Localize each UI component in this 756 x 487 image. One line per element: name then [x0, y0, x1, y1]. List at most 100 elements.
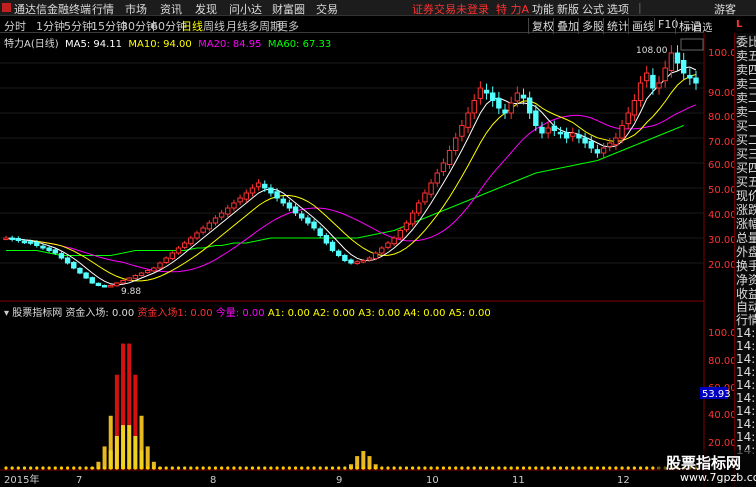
panel-label: 换手	[736, 259, 756, 273]
baseline-dot	[146, 466, 150, 470]
candle-body	[360, 260, 367, 263]
menu-zixun[interactable]: 资讯	[160, 1, 182, 17]
baseline-dot	[133, 466, 137, 470]
app-name: 通达信金融终端	[14, 3, 91, 16]
period-monthly[interactable]: 月线	[226, 18, 248, 34]
annotations: 108.00 9.88	[121, 46, 668, 297]
baseline-dot	[287, 466, 291, 470]
guest-label[interactable]: 游客	[714, 1, 736, 17]
low-label: 9.88	[121, 287, 141, 297]
tool-duogu[interactable]: 多股	[578, 18, 604, 34]
x-tick: 2015年	[4, 473, 39, 486]
baseline-dot	[558, 466, 563, 470]
candle-body	[477, 87, 484, 99]
baseline-dot	[47, 466, 51, 470]
candle-body	[662, 67, 668, 82]
menu-jiaoyi[interactable]: 交易	[316, 1, 338, 17]
candle-body	[551, 125, 558, 132]
panel-label: 买三	[736, 147, 756, 161]
panel-label: 卖一	[736, 105, 756, 119]
price-tick: 30.00	[708, 235, 734, 246]
baseline-dot	[41, 466, 45, 470]
ind-tick: 40.00	[708, 410, 734, 421]
candle-body	[206, 222, 213, 230]
baseline-dot	[220, 466, 224, 470]
inflow-bar-base	[121, 425, 126, 469]
baseline-dot	[84, 466, 88, 470]
menu-hangqing[interactable]: 行情	[92, 1, 114, 17]
menu-xuanxiang[interactable]: 选项	[607, 1, 629, 17]
candle-body	[188, 237, 194, 245]
panel-label: 卖五	[736, 49, 756, 63]
baseline-dot	[263, 466, 267, 470]
period-1min[interactable]: 1分钟	[36, 18, 65, 34]
baseline-dot	[35, 466, 39, 470]
ma5-path	[5, 66, 697, 286]
candle-body	[138, 272, 145, 276]
menu-shichang[interactable]: 市场	[125, 1, 147, 17]
candle-body	[292, 206, 299, 214]
menu-gongshi[interactable]: 公式	[582, 1, 604, 17]
add-watch-button[interactable]: +自选	[684, 19, 712, 34]
panel-label: 买五	[736, 175, 756, 189]
baseline-dot	[614, 466, 618, 470]
tool-fuquan[interactable]: 复权	[528, 18, 554, 34]
baseline-dot	[392, 466, 396, 470]
period-fenshi[interactable]: 分时	[4, 18, 26, 34]
baseline-dot	[491, 466, 495, 470]
menu-wenxiaoda[interactable]: 问小达	[229, 1, 262, 17]
baseline-dot	[398, 466, 402, 470]
baseline-dot	[534, 466, 538, 470]
tool-huaxian[interactable]: 画线	[628, 18, 654, 34]
tool-diejia[interactable]: 叠加	[553, 18, 579, 34]
add-watch-box[interactable]	[680, 38, 704, 51]
baseline-dot	[595, 466, 600, 470]
candle-body	[471, 100, 477, 114]
tool-tongji[interactable]: 统计	[603, 18, 629, 34]
candle-body	[576, 134, 582, 139]
panel-label: 外盘	[736, 245, 756, 259]
menu-xinban[interactable]: 新版	[557, 1, 579, 17]
candle-body	[15, 238, 22, 241]
ma10-line	[5, 74, 697, 282]
period-more[interactable]: 更多	[277, 18, 299, 34]
baseline-dot	[250, 466, 255, 470]
baseline-dot	[189, 466, 193, 470]
baseline-dot	[645, 466, 649, 470]
ind-value: 53.93	[702, 389, 731, 400]
ind-dropdown-icon[interactable]: ▾	[4, 308, 9, 319]
candle-body	[539, 126, 545, 134]
candle-body	[372, 252, 379, 260]
baseline-dot	[521, 466, 526, 470]
period-daily[interactable]: 日线	[181, 18, 203, 34]
baseline-dot	[546, 466, 550, 470]
baseline-dot	[374, 466, 378, 470]
watermark-url: www.7gpzb.com	[680, 471, 756, 484]
price-tick: 40.00	[708, 210, 734, 221]
period-weekly[interactable]: 周线	[203, 18, 225, 34]
ind-tick: 20.00	[708, 438, 734, 449]
baseline-dot	[281, 466, 285, 470]
baseline-dot	[447, 466, 452, 470]
baseline-dot	[269, 466, 273, 470]
candle-body	[489, 92, 496, 101]
period-5min[interactable]: 5分钟	[64, 18, 93, 34]
baseline-dot	[454, 466, 458, 470]
menu-faxian[interactable]: 发现	[195, 1, 217, 17]
candle-body	[237, 197, 243, 203]
candle-body	[175, 247, 182, 254]
baseline-dot	[300, 466, 304, 470]
candle-body	[225, 207, 231, 215]
menu-caifuquan[interactable]: 财富圈	[272, 1, 305, 17]
baseline-dot	[380, 466, 384, 470]
menu-gongneng[interactable]: 功能	[532, 1, 554, 17]
baseline-dot	[53, 466, 57, 470]
x-tick: 10	[426, 475, 439, 486]
candle-body	[422, 192, 428, 203]
panel-label: 委比	[736, 35, 756, 49]
candle-body	[169, 252, 176, 260]
kline-chart[interactable]: 100.0 90.00 80.00 70.00 60.00 50.00 40.0…	[0, 33, 734, 487]
ind-site[interactable]: 股票指标网	[12, 308, 62, 319]
quote-side-panel: 委比 卖五 卖四 卖三 卖二 卖一 买一 买二 买三 买四 买五 现价 涨跌 涨幅 总量 外盘 换手 净资 收益 自动…	[734, 33, 756, 487]
baseline-dot	[330, 466, 335, 470]
